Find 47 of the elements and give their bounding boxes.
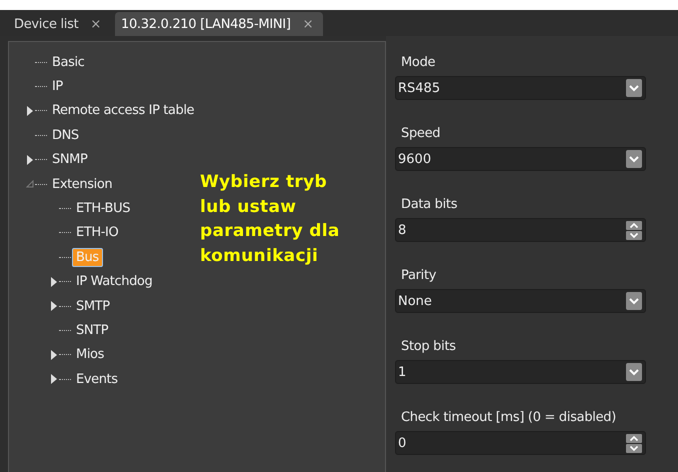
tab[interactable]: Device list ×: [8, 12, 111, 36]
dropdown-field[interactable]: 9600: [395, 147, 646, 171]
close-icon[interactable]: ×: [90, 16, 101, 32]
dropdown-field[interactable]: None: [395, 289, 646, 313]
tree-item[interactable]: Extension: [48, 174, 116, 194]
number-field[interactable]: 8: [395, 218, 646, 242]
field-label: Check timeout [ms] (0 = disabled): [400, 409, 618, 427]
field-label: Mode: [400, 54, 436, 72]
tree-item[interactable]: DNS: [48, 126, 83, 145]
expand-arrow-icon[interactable]: [26, 154, 34, 165]
chevron-down-icon[interactable]: [626, 150, 642, 168]
close-icon[interactable]: ×: [302, 16, 314, 32]
chevron-down-icon[interactable]: [626, 292, 642, 310]
expand-arrow-icon[interactable]: [50, 276, 58, 287]
tab-label: Device list: [14, 16, 78, 32]
tree-item[interactable]: Events: [72, 370, 122, 389]
spin-up-icon[interactable]: [626, 434, 642, 442]
tree-item[interactable]: SNTP: [72, 320, 112, 340]
annotation-text: Wybierz tryb lub ustaw parametry dla komunikacji: [200, 171, 340, 268]
field-label: Speed: [400, 125, 442, 143]
tree-item[interactable]: ETH-BUS: [72, 199, 134, 218]
collapse-arrow-icon[interactable]: [26, 180, 34, 188]
tree-item[interactable]: SMTP: [72, 296, 114, 316]
field-label: Parity: [400, 267, 438, 285]
field-label: Stop bits: [400, 338, 457, 356]
expand-arrow-icon[interactable]: [50, 301, 58, 312]
tree-item[interactable]: Basic: [48, 52, 88, 72]
expand-arrow-icon[interactable]: [50, 374, 58, 384]
tree-item[interactable]: IP Watchdog: [72, 272, 156, 292]
tree-item[interactable]: SNMP: [48, 150, 92, 170]
dropdown-field[interactable]: 1: [395, 360, 646, 384]
tree-item[interactable]: IP: [48, 77, 67, 96]
chevron-down-icon[interactable]: [626, 79, 642, 97]
number-field[interactable]: 0: [395, 431, 646, 455]
expand-arrow-icon[interactable]: [50, 350, 58, 360]
chevron-down-icon[interactable]: [626, 363, 642, 381]
dropdown-field[interactable]: RS485: [395, 76, 646, 100]
tab[interactable]: 10.32.0.210 [LAN485-MINI] ×: [114, 12, 324, 36]
tab-label: 10.32.0.210 [LAN485-MINI]: [120, 16, 291, 32]
spin-down-icon[interactable]: [626, 230, 642, 240]
tree-item[interactable]: Mios: [72, 345, 108, 364]
field-label: Data bits: [400, 196, 458, 214]
spin-up-icon[interactable]: [626, 220, 642, 230]
spin-down-icon[interactable]: [626, 444, 642, 452]
tree-item[interactable]: ETH-IO: [72, 223, 122, 242]
tree-item[interactable]: Remote access IP table: [48, 101, 198, 120]
expand-arrow-icon[interactable]: [26, 106, 34, 116]
